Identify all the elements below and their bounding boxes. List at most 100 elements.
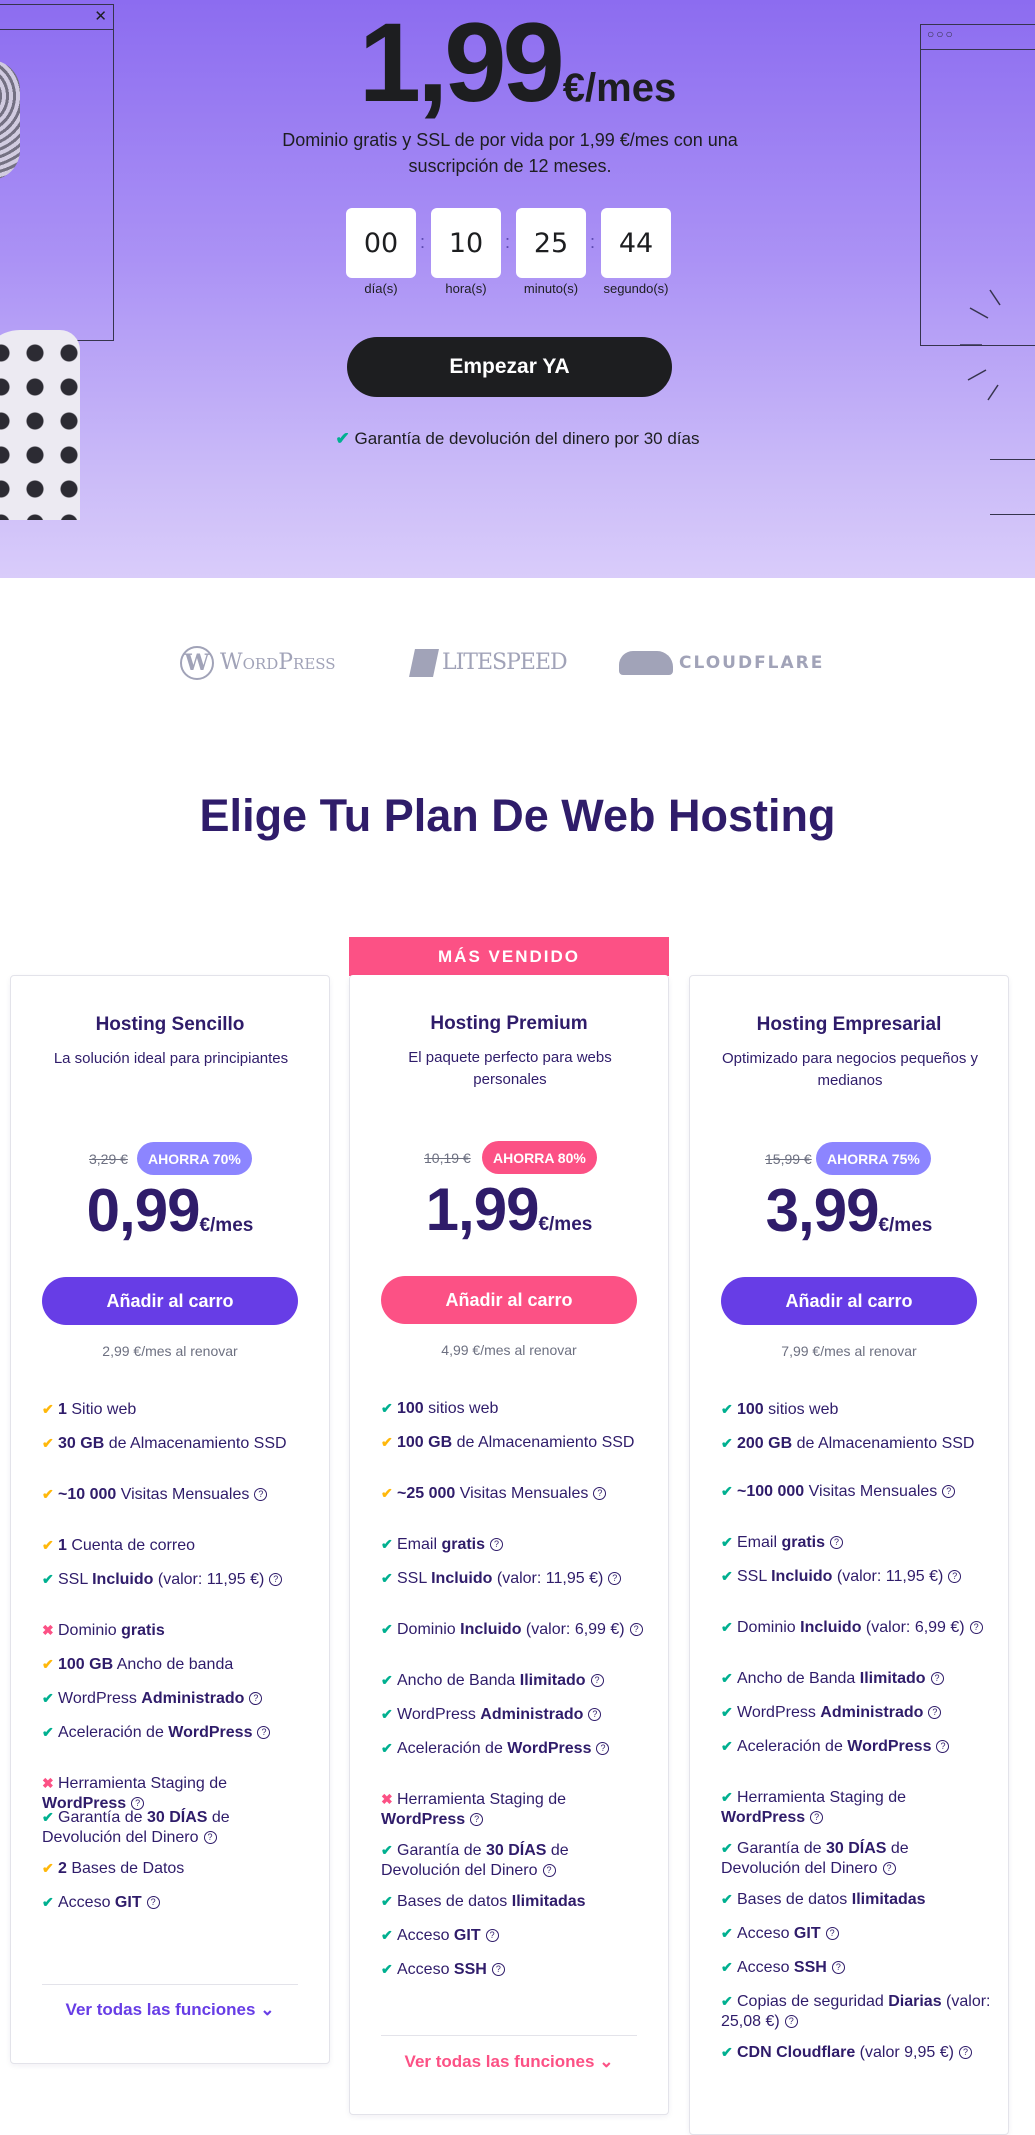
check-icon: ✔	[721, 1619, 733, 1635]
feature-item: ✔ SSL Incluido (valor: 11,95 €)?	[721, 1566, 991, 1587]
help-icon[interactable]: ?	[608, 1572, 622, 1586]
check-icon: ✔	[381, 1400, 393, 1416]
plan-price: 0,99€/mes	[11, 1176, 329, 1245]
litespeed-logo-text: LITESPEED	[442, 650, 568, 675]
check-icon: ✔	[381, 1842, 393, 1858]
feature-item: ✔ Dominio Incluido (valor: 6,99 €)?	[721, 1617, 991, 1638]
help-icon[interactable]: ?	[470, 1813, 484, 1827]
feature-text: (valor: 11,95 €)	[153, 1571, 265, 1588]
feature-highlight: Ilimitado	[519, 1672, 586, 1689]
check-icon: ✔	[42, 1537, 54, 1553]
feature-text: Dominio	[58, 1622, 122, 1639]
feature-item: ✔ 100 sitios web	[721, 1399, 991, 1420]
feature-item: ✔ Aceleración de WordPress?	[381, 1738, 651, 1759]
help-icon[interactable]: ?	[784, 2015, 798, 2029]
feature-highlight: ~25 000	[397, 1485, 456, 1502]
hero-price-unit: €/mes	[562, 66, 677, 110]
feature-text: Herramienta Staging de	[737, 1789, 906, 1806]
help-icon[interactable]: ?	[542, 1864, 556, 1878]
help-icon[interactable]: ?	[269, 1573, 283, 1587]
help-icon[interactable]: ?	[942, 1485, 956, 1499]
plan-price-value: 1,99	[425, 1176, 540, 1243]
help-icon[interactable]: ?	[593, 1487, 607, 1501]
feature-item: ✔ Bases de datos Ilimitadas	[381, 1891, 651, 1912]
feature-text: Dominio	[397, 1621, 461, 1638]
countdown-separator: :	[420, 232, 426, 252]
check-icon: ✔	[721, 1959, 733, 1975]
cross-icon: ✖	[42, 1775, 54, 1791]
help-icon[interactable]: ?	[936, 1740, 950, 1754]
plan-price-unit: €/mes	[538, 1214, 593, 1235]
help-icon[interactable]: ?	[948, 1570, 962, 1584]
feature-item: ✔ Garantía de 30 DÍAS de Devolución del D…	[381, 1840, 651, 1881]
plan-price-value: 3,99	[765, 1177, 880, 1244]
help-icon[interactable]: ?	[485, 1929, 499, 1943]
feature-text: (valor: 6,99 €)	[521, 1621, 625, 1638]
help-icon[interactable]: ?	[590, 1674, 604, 1688]
see-all-features-link[interactable]: Ver todas las funciones ⌄	[350, 2052, 668, 2072]
help-icon[interactable]: ?	[969, 1621, 983, 1635]
chevron-down-icon: ⌄	[599, 2052, 614, 2071]
discount-badge: AHORRA 80%	[482, 1141, 597, 1174]
feature-highlight: ~100 000	[737, 1483, 805, 1500]
feature-highlight: 100 GB	[58, 1656, 114, 1673]
add-to-cart-button[interactable]: Añadir al carro	[381, 1276, 637, 1324]
feature-text: WordPress	[58, 1690, 142, 1707]
see-all-features-link[interactable]: Ver todas las funciones ⌄	[11, 2000, 329, 2020]
feature-highlight: Administrado	[141, 1690, 245, 1707]
check-icon: ✔	[721, 1789, 733, 1805]
add-to-cart-button[interactable]: Añadir al carro	[721, 1277, 977, 1325]
help-icon[interactable]: ?	[930, 1672, 944, 1686]
feature-item: ✔ Garantía de 30 DÍAS de Devolución del D…	[721, 1838, 991, 1879]
help-icon[interactable]: ?	[596, 1742, 610, 1756]
help-icon[interactable]: ?	[830, 1536, 844, 1550]
feature-text: Ancho de banda	[113, 1656, 234, 1673]
countdown-seconds: 44	[601, 208, 671, 278]
check-icon: ✔	[42, 1571, 54, 1587]
help-icon[interactable]: ?	[491, 1963, 505, 1977]
feature-text: Ancho de Banda	[397, 1672, 520, 1689]
check-icon: ✔	[381, 1621, 393, 1637]
check-icon: ✔	[335, 429, 355, 448]
check-icon: ✔	[381, 1536, 393, 1552]
feature-item: ✔ 1 Sitio web	[42, 1399, 312, 1420]
feature-item: ✔ Ancho de Banda Ilimitado?	[381, 1670, 651, 1691]
plan-price-unit: €/mes	[199, 1215, 254, 1236]
help-icon[interactable]: ?	[257, 1726, 271, 1740]
help-icon[interactable]: ?	[249, 1692, 263, 1706]
plan-price-value: 0,99	[86, 1177, 201, 1244]
plan-title: Hosting Sencillo	[95, 1014, 245, 1035]
help-icon[interactable]: ?	[203, 1831, 217, 1845]
countdown-minutes: 25	[516, 208, 586, 278]
check-icon: ✔	[721, 1483, 733, 1499]
feature-item: ✖ Dominio gratis	[42, 1620, 312, 1641]
feature-item: ✔ 2 Bases de Datos	[42, 1858, 312, 1879]
feature-item: ✔ 1 Cuenta de correo	[42, 1535, 312, 1556]
feature-item: ✔ Acceso GIT?	[381, 1925, 651, 1946]
feature-text: Acceso	[737, 1959, 794, 1976]
help-icon[interactable]: ?	[958, 2046, 972, 2060]
help-icon[interactable]: ?	[146, 1896, 160, 1910]
feature-highlight: 1	[58, 1537, 67, 1554]
feature-highlight: WordPress	[381, 1811, 466, 1828]
help-icon[interactable]: ?	[831, 1961, 845, 1975]
start-now-button[interactable]: Empezar YA	[347, 337, 672, 397]
help-icon[interactable]: ?	[882, 1862, 896, 1876]
feature-item: ✔ Email gratis?	[381, 1534, 651, 1555]
help-icon[interactable]: ?	[928, 1706, 942, 1720]
help-icon[interactable]: ?	[629, 1623, 643, 1637]
litespeed-logo: LITESPEED	[409, 640, 568, 685]
help-icon[interactable]: ?	[490, 1538, 504, 1552]
feature-highlight: 100	[397, 1400, 424, 1417]
help-icon[interactable]: ?	[588, 1708, 602, 1722]
feature-item: ✔ 30 GB de Almacenamiento SSD	[42, 1433, 312, 1454]
check-icon: ✔	[42, 1894, 54, 1910]
check-icon: ✔	[721, 1840, 733, 1856]
help-icon[interactable]: ?	[825, 1927, 839, 1941]
feature-text: WordPress	[737, 1704, 821, 1721]
feature-highlight: WordPress	[168, 1724, 253, 1741]
help-icon[interactable]: ?	[254, 1488, 268, 1502]
add-to-cart-button[interactable]: Añadir al carro	[42, 1277, 298, 1325]
feature-text: Sitio web	[66, 1401, 137, 1418]
help-icon[interactable]: ?	[810, 1811, 824, 1825]
